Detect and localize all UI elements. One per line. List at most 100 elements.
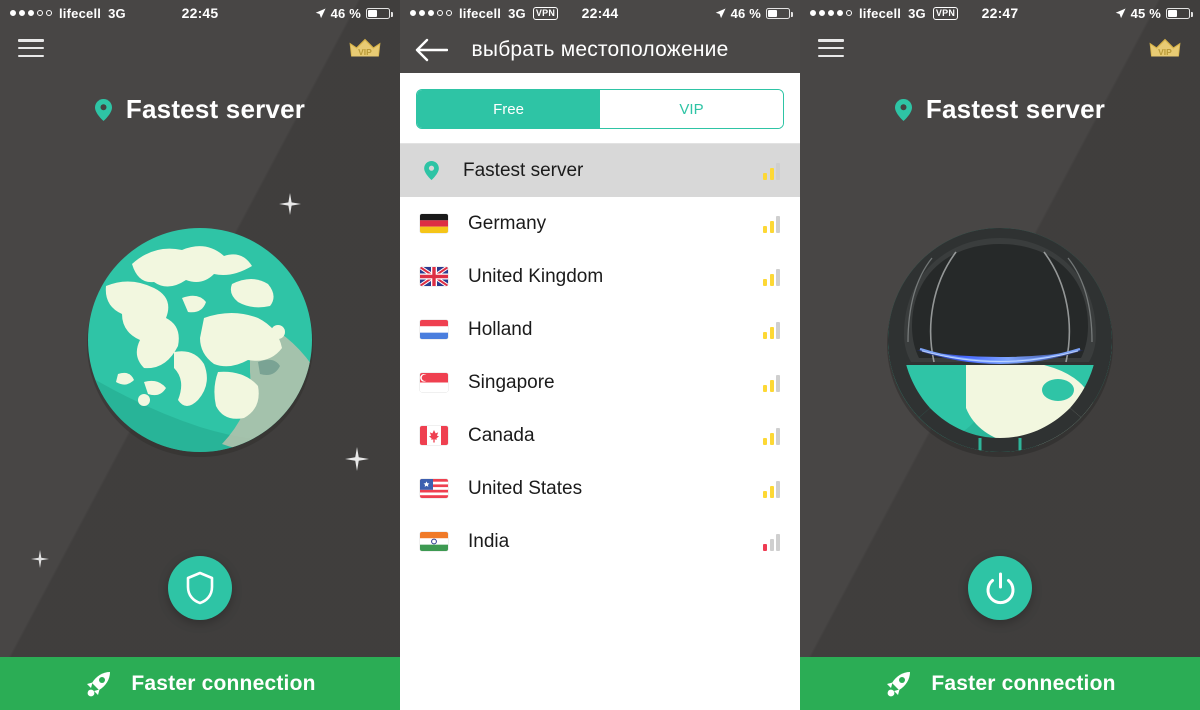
- list-item-label: Germany: [468, 212, 547, 234]
- server-list: Fastest server Germany United Kingdom Ho…: [400, 144, 800, 568]
- svg-text:VIP: VIP: [1158, 47, 1172, 57]
- status-bar-left: lifecell 3G: [10, 6, 126, 21]
- network-type: 3G: [108, 5, 126, 21]
- status-bar-left: lifecell 3G VPN: [810, 5, 959, 21]
- vip-crown-icon[interactable]: VIP: [348, 35, 382, 61]
- status-bar-left: lifecell 3G VPN: [410, 5, 559, 21]
- tab-bar: Free VIP: [400, 73, 800, 143]
- connect-button[interactable]: [168, 556, 232, 620]
- status-bar-right: 45 %: [1115, 5, 1193, 21]
- list-item[interactable]: United States: [400, 462, 800, 515]
- battery-icon: [1166, 7, 1193, 19]
- battery-percent: 46 %: [730, 5, 761, 21]
- location-pin-icon: [94, 98, 112, 121]
- nav-bar: выбрать местоположение: [400, 26, 800, 73]
- screenshot-root: lifecell 3G 22:45 46 % VIP Fastest serve…: [0, 0, 1200, 710]
- faster-connection-bar[interactable]: Faster connection: [800, 657, 1200, 710]
- signal-strength-dots: [410, 10, 452, 16]
- shield-icon: [186, 571, 214, 605]
- screen-home-disconnected: lifecell 3G 22:45 46 % VIP Fastest serve…: [0, 0, 400, 710]
- flag-sg-icon: [420, 373, 448, 392]
- location-pin-icon: [424, 161, 439, 180]
- battery-percent: 46 %: [330, 5, 361, 21]
- tab-free[interactable]: Free: [417, 90, 600, 128]
- battery-percent: 45 %: [1130, 5, 1161, 21]
- tab-free-label: Free: [493, 100, 524, 118]
- faster-connection-label: Faster connection: [931, 671, 1116, 695]
- screen-select-location: lifecell 3G VPN 22:44 46 % выбрать место…: [400, 0, 800, 710]
- nav-title: выбрать местоположение: [471, 37, 729, 61]
- status-bar: lifecell 3G VPN 22:44 46 %: [400, 0, 800, 26]
- page-title: Fastest server: [0, 94, 400, 125]
- page-title-text: Fastest server: [925, 94, 1106, 124]
- hamburger-icon[interactable]: [18, 39, 44, 57]
- list-item[interactable]: Germany: [400, 197, 800, 250]
- disconnect-button[interactable]: [968, 556, 1032, 620]
- location-pin-icon: [894, 98, 912, 121]
- signal-bars-icon: [763, 427, 780, 445]
- rocket-icon: [887, 671, 911, 696]
- page-title: Fastest server: [800, 94, 1200, 125]
- carrier-name: lifecell: [459, 5, 502, 21]
- signal-bars-icon: [763, 480, 780, 498]
- hamburger-icon[interactable]: [818, 39, 844, 57]
- back-arrow-icon[interactable]: [414, 37, 448, 63]
- location-arrow-icon: [315, 7, 326, 18]
- battery-icon: [766, 7, 793, 19]
- power-icon: [986, 572, 1014, 604]
- faster-connection-label: Faster connection: [131, 671, 316, 695]
- list-item-label: United Kingdom: [468, 265, 604, 287]
- network-type: 3G: [908, 5, 926, 21]
- page-title-text: Fastest server: [125, 94, 306, 124]
- battery-icon: [366, 7, 393, 19]
- sparkle-icon: [31, 550, 49, 568]
- status-bar-right: 46 %: [315, 5, 393, 21]
- vpn-badge: VPN: [532, 6, 559, 20]
- globe-illustration-protected: [800, 222, 1200, 458]
- list-item-label: Holland: [468, 318, 533, 340]
- network-type: 3G: [508, 5, 526, 21]
- globe-illustration-unprotected: [0, 222, 400, 458]
- tab-vip-label: VIP: [679, 100, 704, 118]
- location-arrow-icon: [1115, 7, 1126, 18]
- list-item[interactable]: India: [400, 515, 800, 568]
- signal-strength-dots: [10, 10, 52, 16]
- signal-bars-icon: [763, 268, 780, 286]
- flag-nl-icon: [420, 320, 448, 339]
- sparkle-icon: [279, 193, 301, 215]
- signal-bars-icon: [763, 374, 780, 392]
- list-item-label: India: [468, 530, 510, 552]
- vpn-badge: VPN: [932, 6, 959, 20]
- flag-in-icon: [420, 532, 448, 551]
- flag-ca-icon: [420, 426, 448, 445]
- list-item[interactable]: United Kingdom: [400, 250, 800, 303]
- list-item-label: Fastest server: [463, 159, 584, 181]
- list-item[interactable]: Canada: [400, 409, 800, 462]
- list-item[interactable]: Singapore: [400, 356, 800, 409]
- vip-crown-icon[interactable]: VIP: [1148, 35, 1182, 61]
- list-item[interactable]: Fastest server: [400, 144, 800, 197]
- rocket-icon: [87, 671, 111, 696]
- signal-bars-icon: [763, 215, 780, 233]
- nav-bar: VIP: [800, 26, 1200, 70]
- carrier-name: lifecell: [859, 5, 902, 21]
- signal-bars-icon: [763, 162, 780, 180]
- list-item[interactable]: Holland: [400, 303, 800, 356]
- flag-gb-icon: [420, 267, 448, 286]
- flag-de-icon: [420, 214, 448, 233]
- list-item-label: Singapore: [468, 371, 555, 393]
- signal-bars-icon: [763, 321, 780, 339]
- location-arrow-icon: [715, 7, 726, 18]
- signal-bars-icon: [763, 533, 780, 551]
- tab-vip[interactable]: VIP: [600, 90, 783, 128]
- nav-bar: VIP: [0, 26, 400, 70]
- status-bar: lifecell 3G VPN 22:47 45 %: [800, 0, 1200, 26]
- faster-connection-bar[interactable]: Faster connection: [0, 657, 400, 710]
- status-bar: lifecell 3G 22:45 46 %: [0, 0, 400, 26]
- list-item-label: Canada: [468, 424, 535, 446]
- signal-strength-dots: [810, 10, 852, 16]
- screen-home-connected: lifecell 3G VPN 22:47 45 % VIP Fastest s…: [800, 0, 1200, 710]
- svg-text:VIP: VIP: [358, 47, 372, 57]
- status-bar-right: 46 %: [715, 5, 793, 21]
- carrier-name: lifecell: [59, 5, 102, 21]
